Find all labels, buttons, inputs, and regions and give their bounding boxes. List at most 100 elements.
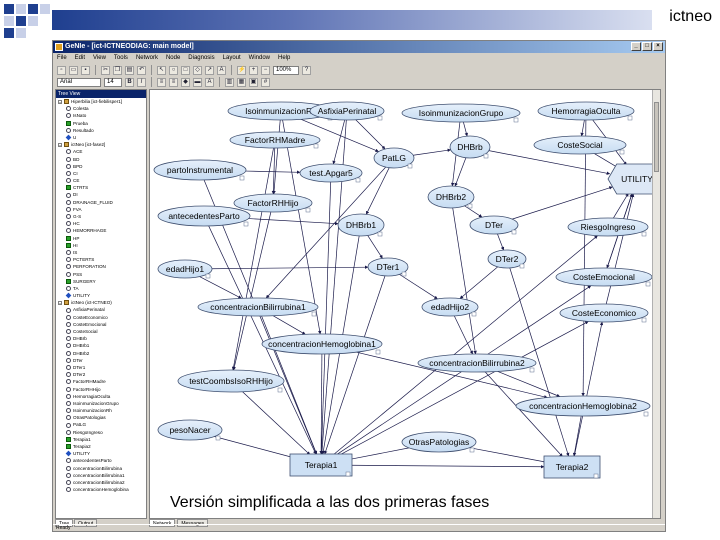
tree-group-item[interactable]: − ictNeo [ict-fase2]: [56, 141, 146, 148]
menu-help[interactable]: Help: [278, 53, 290, 64]
network-arc[interactable]: [580, 119, 585, 137]
network-arc[interactable]: [211, 265, 369, 270]
tree-node-item[interactable]: BPD: [56, 163, 146, 170]
save-icon[interactable]: ▪: [81, 65, 90, 75]
network-arc[interactable]: [572, 415, 582, 457]
tree-node-item[interactable]: PCTERTS: [56, 256, 146, 263]
network-node-dhbrb1[interactable]: DHBrb1: [337, 213, 385, 237]
bold-icon[interactable]: B: [125, 77, 134, 87]
tree-node-item[interactable]: HC: [56, 220, 146, 227]
network-node-patlg[interactable]: PatLG: [373, 147, 415, 169]
close-button[interactable]: ×: [653, 42, 663, 51]
maximize-button[interactable]: □: [642, 42, 652, 51]
network-node-costeemocional[interactable]: CosteEmocional: [555, 267, 653, 287]
network-arc[interactable]: [365, 167, 390, 215]
tree-node-item[interactable]: FactorRHHijo: [56, 386, 146, 393]
network-node-riesgoingreso[interactable]: RiesgoIngreso: [567, 217, 649, 237]
tree-group-item[interactable]: − ictNeo (ict-ICTNEO): [56, 299, 146, 306]
expand-collapse-icon[interactable]: −: [58, 142, 62, 147]
distribute-icon[interactable]: ▦: [237, 77, 246, 87]
network-arc[interactable]: [613, 193, 629, 219]
utility-node-icon[interactable]: ◇: [193, 65, 202, 75]
update-beliefs-icon[interactable]: ⚡: [237, 65, 246, 75]
tree-node-item[interactable]: DRAINAGE_FLUID: [56, 199, 146, 206]
tree-node-item[interactable]: HI: [56, 242, 146, 249]
network-arc[interactable]: [605, 193, 635, 305]
italic-icon[interactable]: I: [137, 77, 146, 87]
network-arc[interactable]: [199, 276, 242, 299]
tree-node-item[interactable]: FactorRHMadre: [56, 378, 146, 385]
menu-window[interactable]: Window: [249, 53, 270, 64]
menu-diagnosis[interactable]: Diagnosis: [188, 53, 214, 64]
open-folder-icon[interactable]: ▭: [69, 65, 78, 75]
network-arc[interactable]: [231, 147, 274, 371]
tree-node-item[interactable]: CosteEconomico: [56, 314, 146, 321]
new-file-icon[interactable]: ▫: [57, 65, 66, 75]
network-arc[interactable]: [463, 121, 469, 137]
tree-node-item[interactable]: Prueba: [56, 120, 146, 127]
tree-node-item[interactable]: OtrasPatologias: [56, 414, 146, 421]
font-color-icon[interactable]: A: [205, 77, 214, 87]
font-name-select[interactable]: Arial: [57, 77, 101, 87]
tree-node-item[interactable]: RiesgoIngreso: [56, 429, 146, 436]
network-node-concentracionhemoglobina2[interactable]: concentracionHemoglobina2: [515, 395, 651, 417]
network-node-concentracionhemoglobina1[interactable]: concentracionHemoglobina1: [261, 333, 383, 355]
network-arc[interactable]: [399, 274, 438, 300]
arc-tool-icon[interactable]: ↗: [205, 65, 214, 75]
tree-node-item[interactable]: BD: [56, 156, 146, 163]
tree-node-item[interactable]: DTer: [56, 357, 146, 364]
chance-node-icon[interactable]: ○: [169, 65, 178, 75]
network-node-costeeconomico[interactable]: CosteEconomico: [559, 303, 649, 323]
network-node-otraspatologias[interactable]: OtrasPatologias: [401, 431, 477, 453]
network-arc[interactable]: [453, 315, 473, 355]
network-arc[interactable]: [355, 119, 386, 150]
network-node-asfixiaperinatal[interactable]: AsfixiaPerinatal: [309, 101, 385, 121]
tree-node-item[interactable]: Resultado: [56, 127, 146, 134]
tree-node-item[interactable]: PSS: [56, 271, 146, 278]
network-arc[interactable]: [272, 315, 306, 335]
zoom-in-icon[interactable]: +: [249, 65, 258, 75]
tree-node-item[interactable]: DHBrb2: [56, 350, 146, 357]
tree-node-item[interactable]: UTILITY: [56, 450, 146, 457]
network-arc[interactable]: [497, 233, 505, 251]
tree-node-item[interactable]: IsoinmunizacionRh: [56, 407, 146, 414]
network-arc[interactable]: [351, 464, 545, 469]
tree-node-item[interactable]: DHBrb1: [56, 342, 146, 349]
network-node-hemorragiaoculta[interactable]: HemorragiaOculta: [537, 101, 635, 121]
tree-node-item[interactable]: IsNato: [56, 112, 146, 119]
tree-node-item[interactable]: Colesta: [56, 105, 146, 112]
network-arc[interactable]: [242, 391, 311, 455]
menu-view[interactable]: View: [93, 53, 106, 64]
menu-file[interactable]: File: [57, 53, 67, 64]
tree-node-item[interactable]: CosteEmocional: [56, 321, 146, 328]
network-arc[interactable]: [332, 119, 346, 165]
tree-node-item[interactable]: DHBrb: [56, 335, 146, 342]
network-node-terapia1[interactable]: Terapia1: [289, 453, 353, 477]
network-node-factorrhmadre[interactable]: FactorRHMadre: [229, 131, 321, 149]
expand-collapse-icon[interactable]: −: [58, 300, 62, 305]
canvas-vertical-scrollbar[interactable]: [652, 90, 660, 518]
network-arc[interactable]: [324, 275, 386, 455]
tree-node-item[interactable]: CE: [56, 177, 146, 184]
tree-node-item[interactable]: HemorragiaOculta: [56, 393, 146, 400]
network-arc[interactable]: [512, 186, 613, 220]
align-center-icon[interactable]: ≡: [169, 77, 178, 87]
tree-node-item[interactable]: IsoinmunizacionGrupo: [56, 400, 146, 407]
tree-node-item[interactable]: ACE: [56, 148, 146, 155]
network-node-concentracionbilirrubina2[interactable]: concentracionBilirrubina2: [417, 353, 537, 373]
network-node-dhbrb2[interactable]: DHBrb2: [427, 185, 475, 209]
align-nodes-icon[interactable]: ▥: [225, 77, 234, 87]
tree-node-item[interactable]: UTILITY: [56, 292, 146, 299]
network-arc[interactable]: [413, 148, 452, 156]
network-node-dter[interactable]: DTer: [469, 215, 519, 235]
tree-node-item[interactable]: concentracionHemoglobina: [56, 486, 146, 493]
tree-node-item[interactable]: antecedentesParto: [56, 457, 146, 464]
network-arc[interactable]: [452, 207, 477, 355]
network-node-antecedentesparto[interactable]: antecedentesParto: [157, 205, 251, 227]
tree-node-item[interactable]: CTRTS: [56, 184, 146, 191]
network-node-edadhijo2[interactable]: edadHijo2: [421, 297, 479, 317]
select-tool-icon[interactable]: ↖: [157, 65, 166, 75]
tree-node-item[interactable]: DTer2: [56, 371, 146, 378]
scrollbar-thumb[interactable]: [654, 102, 659, 172]
menu-edit[interactable]: Edit: [75, 53, 85, 64]
